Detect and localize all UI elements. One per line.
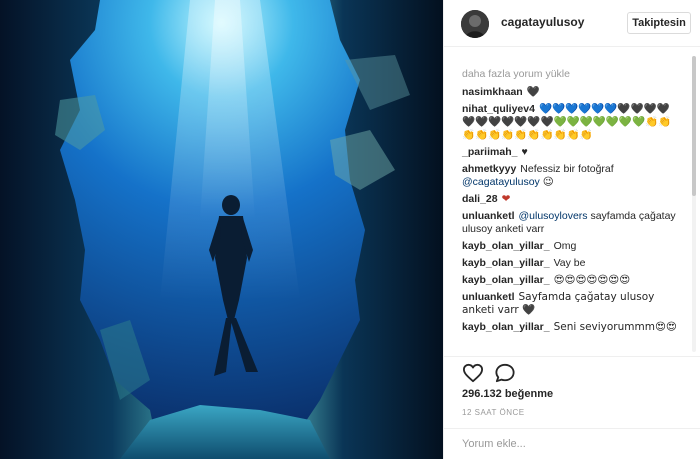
add-comment-input[interactable] — [462, 435, 672, 453]
comment: nasimkhaan 🖤 — [444, 86, 687, 99]
post-sidebar: cagatayulusoy Takiptesin daha fazla yoru… — [443, 0, 700, 459]
comment-icon[interactable] — [494, 363, 516, 383]
comment: kayb_olan_yillar_ Seni seviyorummm😍😍 — [444, 321, 687, 334]
likes-count[interactable]: 296.132 beğenme — [462, 388, 553, 400]
comment-username[interactable]: unluanketl — [462, 291, 515, 303]
comment: kayb_olan_yillar_ Omg — [444, 240, 687, 253]
avatar-image — [461, 10, 489, 38]
comment: dali_28 ❤ — [444, 193, 687, 206]
comment-text: Nefessiz bir fotoğraf — [520, 163, 614, 175]
comment: kayb_olan_yillar_ 😍😍😍😍😍😍😍 — [444, 274, 687, 287]
comment-username[interactable]: kayb_olan_yillar_ — [462, 240, 550, 252]
comment-username[interactable]: dali_28 — [462, 193, 498, 205]
comment: nihat_quliyev4 💙💙💙💙💙💙🖤🖤🖤🖤🖤🖤🖤🖤🖤🖤🖤💚💚💚💚💚💚💚👏👏… — [444, 103, 687, 142]
comment: ahmetkyyy Nefessiz bir fotoğraf @cagatayu… — [444, 163, 687, 189]
comment: kayb_olan_yillar_ Vay be — [444, 257, 687, 270]
post-actions — [444, 356, 700, 387]
comment-username[interactable]: ahmetkyyy — [462, 163, 516, 175]
comment-username[interactable]: kayb_olan_yillar_ — [462, 321, 550, 333]
post-timestamp[interactable]: 12 SAAT ÖNCE — [462, 408, 525, 417]
comment-text: 😍😍😍😍😍😍😍 — [553, 274, 631, 286]
add-comment-section — [444, 428, 700, 460]
post-photo — [0, 0, 443, 459]
comment-username[interactable]: _pariimah_ — [462, 146, 517, 158]
comment-mention[interactable]: @ulusoylovers — [519, 210, 588, 222]
comment-username[interactable]: nasimkhaan — [462, 86, 523, 98]
comment-emoji: 😉 — [542, 176, 554, 188]
post-header: cagatayulusoy Takiptesin — [444, 0, 700, 47]
load-more-comments-link[interactable]: daha fazla yorum yükle — [444, 56, 687, 82]
comment-username[interactable]: nihat_quliyev4 — [462, 103, 535, 115]
comment-text: Seni seviyorummm😍😍 — [553, 321, 677, 333]
comment-text: ❤ — [501, 193, 511, 205]
comment: unluanketl @ulusoylovers sayfamda çağatay… — [444, 210, 687, 236]
following-button[interactable]: Takiptesin — [627, 12, 691, 34]
comment-username[interactable]: kayb_olan_yillar_ — [462, 257, 550, 269]
heart-icon[interactable] — [462, 363, 484, 383]
comment-text: 🖤 — [526, 86, 540, 98]
comment-text: Vay be — [553, 257, 586, 269]
comment-username[interactable]: kayb_olan_yillar_ — [462, 274, 550, 286]
comment: _pariimah_ ♥ — [444, 146, 687, 159]
comment-text: ♥ — [521, 146, 528, 158]
scrollbar-thumb[interactable] — [692, 56, 696, 196]
comment-text: Omg — [553, 240, 577, 252]
post-username[interactable]: cagatayulusoy — [501, 15, 584, 29]
avatar[interactable] — [461, 10, 489, 38]
comment-username[interactable]: unluanketl — [462, 210, 515, 222]
comment: unluanketl Sayfamda çağatay ulusoy anketi… — [444, 291, 687, 317]
comments-scrollbar[interactable] — [692, 56, 696, 352]
comment-mention[interactable]: @cagatayulusoy — [462, 176, 540, 188]
comment-list: daha fazla yorum yükle nasimkhaan 🖤 nihat… — [444, 56, 687, 352]
underwater-scene — [0, 0, 443, 459]
